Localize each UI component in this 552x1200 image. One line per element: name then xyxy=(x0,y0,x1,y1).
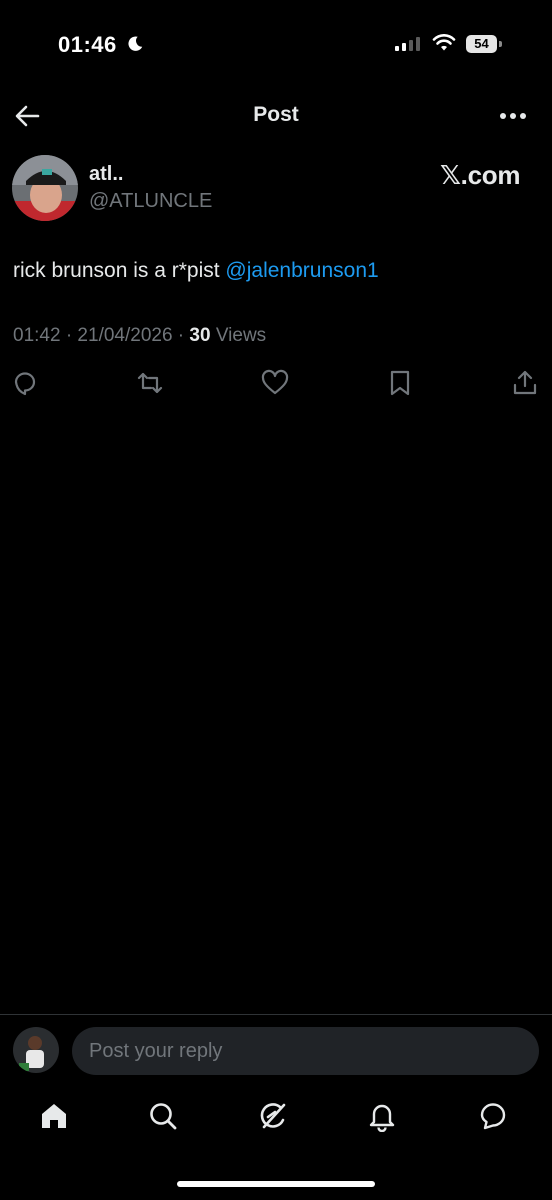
grok-icon xyxy=(260,1103,286,1129)
bookmark-icon xyxy=(390,370,410,396)
repost-icon xyxy=(137,372,163,394)
more-options-icon[interactable] xyxy=(497,106,529,126)
tab-grok[interactable] xyxy=(257,1100,293,1136)
views-count: 30 xyxy=(189,325,211,346)
reply-button[interactable] xyxy=(11,369,41,399)
post-text-body: rick brunson is a r*pist xyxy=(13,259,226,282)
repost-button[interactable] xyxy=(136,369,166,399)
cellular-signal-icon xyxy=(395,37,420,51)
tab-search[interactable] xyxy=(147,1100,183,1136)
home-indicator xyxy=(177,1181,375,1187)
tab-home[interactable] xyxy=(38,1100,74,1136)
like-icon xyxy=(261,369,289,395)
post-meta: 01:42 · 21/04/2026 · 30 Views xyxy=(13,325,266,347)
like-button[interactable] xyxy=(261,369,291,399)
share-icon xyxy=(513,370,537,395)
battery-icon: 54 xyxy=(466,35,502,53)
page-title: Post xyxy=(253,103,299,126)
post-timestamp: 01:42 · 21/04/2026 · xyxy=(13,325,190,346)
tab-notifications[interactable] xyxy=(366,1100,402,1136)
share-button[interactable] xyxy=(511,369,541,399)
wifi-icon xyxy=(432,34,456,51)
reply-placeholder: Post your reply xyxy=(89,1040,223,1062)
moon-icon xyxy=(128,36,143,51)
mention-link[interactable]: @jalenbrunson1 xyxy=(225,259,378,282)
post-text: rick brunson is a r*pist @jalenbrunson1 xyxy=(13,259,379,283)
battery-level: 54 xyxy=(466,35,497,53)
reply-divider xyxy=(0,1014,552,1015)
reply-icon xyxy=(14,372,36,396)
status-time: 01:46 xyxy=(58,32,117,57)
author-handle[interactable]: @ATLUNCLE xyxy=(89,190,212,213)
tab-messages[interactable] xyxy=(477,1100,513,1136)
bookmark-button[interactable] xyxy=(386,369,416,399)
user-avatar[interactable] xyxy=(13,1027,59,1073)
search-icon xyxy=(150,1103,177,1130)
author-name[interactable]: atl.. xyxy=(89,163,123,186)
reply-input[interactable]: Post your reply xyxy=(72,1027,539,1075)
notifications-icon xyxy=(369,1104,395,1133)
messages-icon xyxy=(480,1103,506,1130)
views-label: Views xyxy=(210,325,267,346)
home-icon xyxy=(42,1104,66,1128)
author-avatar[interactable] xyxy=(12,155,78,221)
source-label: 𝕏.com xyxy=(440,160,521,190)
